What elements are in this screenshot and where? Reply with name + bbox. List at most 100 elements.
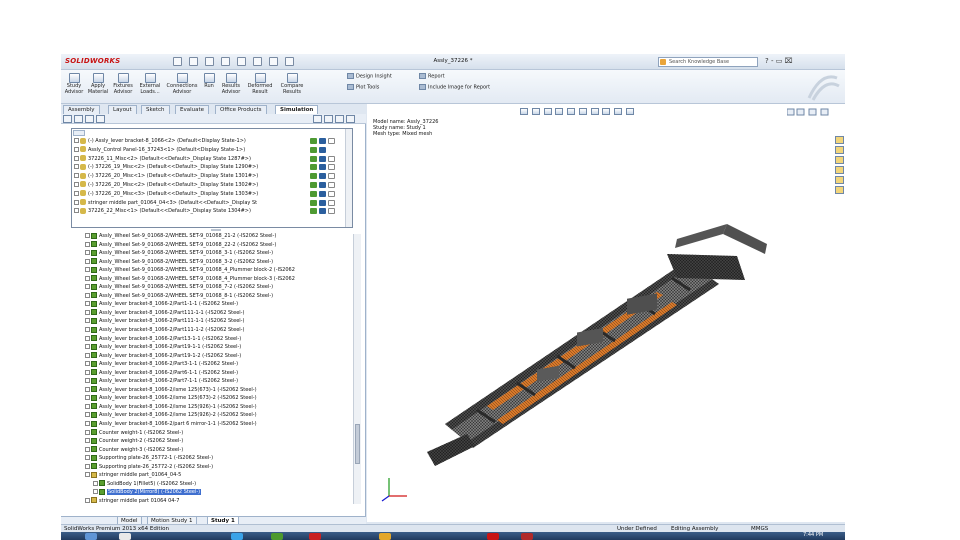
component-include-icon[interactable] bbox=[310, 173, 317, 180]
shell-icon[interactable] bbox=[328, 208, 335, 215]
view-orientation-icon[interactable] bbox=[567, 108, 575, 115]
expand-icon[interactable] bbox=[85, 250, 90, 256]
list-item[interactable]: Assly_Wheel Set-9_01068-2/WHEEL SET-9_01… bbox=[85, 275, 365, 284]
expand-icon[interactable] bbox=[85, 446, 90, 452]
connections-advisor-button[interactable]: Connections Advisor bbox=[165, 73, 199, 95]
list-item[interactable]: (-) 37226_20_Misc<2> (Default<<Default>_… bbox=[74, 181, 304, 190]
list-item[interactable]: Assly_lever bracket-8_1066-2/isme 125(92… bbox=[85, 403, 365, 412]
scene-icon[interactable] bbox=[335, 115, 344, 123]
expand-icon[interactable] bbox=[85, 301, 90, 307]
previous-view-icon[interactable] bbox=[543, 108, 552, 115]
list-item[interactable]: Assly_lever bracket-8_1066-2/Part111-1-2… bbox=[85, 326, 365, 335]
hide-show-icon[interactable] bbox=[590, 108, 599, 115]
list-item[interactable]: Assly_lever bracket-8_1066-2/Part19-1-2 … bbox=[85, 352, 365, 361]
tab-sketch[interactable]: Sketch bbox=[141, 105, 170, 114]
list-item[interactable]: Assly_lever bracket-8_1066-2/part 6 mirr… bbox=[85, 420, 365, 429]
view-settings-icon[interactable] bbox=[625, 108, 634, 115]
expand-icon[interactable] bbox=[74, 208, 79, 214]
list-item[interactable]: Assly_lever bracket-8_1066-2/Part111-1-1… bbox=[85, 317, 365, 326]
list-item[interactable]: Assly_lever bracket-8_1066-2/isme 125(67… bbox=[85, 386, 365, 395]
apply-scene-icon[interactable] bbox=[614, 108, 622, 115]
expand-icon[interactable] bbox=[74, 190, 79, 196]
list-item[interactable]: (-) 37226_19_Misc<2> (Default<<Default>_… bbox=[74, 163, 304, 172]
viewport-window-controls-icon[interactable] bbox=[787, 108, 831, 117]
mesh-icon[interactable] bbox=[319, 146, 326, 153]
tab-office-products[interactable]: Office Products bbox=[215, 105, 267, 114]
list-item[interactable]: (-) 37226_20_Misc<1> (Default<<Default>_… bbox=[74, 172, 304, 181]
taskbar-app-icon[interactable] bbox=[271, 533, 283, 540]
expand-icon[interactable] bbox=[85, 421, 90, 427]
shell-icon[interactable] bbox=[328, 181, 335, 188]
mesh-icon[interactable] bbox=[319, 190, 326, 197]
list-item[interactable]: Assly_lever bracket-8_1066-2/Part6-1-1 (… bbox=[85, 369, 365, 378]
list-item[interactable]: Assly_lever bracket-8_1066-2/isme 125(92… bbox=[85, 411, 365, 420]
expand-icon[interactable] bbox=[85, 292, 90, 298]
expand-icon[interactable] bbox=[85, 455, 90, 461]
list-item[interactable]: stringer middle part_01064_04-5 bbox=[85, 471, 365, 480]
expand-icon[interactable] bbox=[85, 352, 90, 358]
component-include-icon[interactable] bbox=[310, 138, 317, 144]
meshed-frame-model[interactable] bbox=[427, 184, 787, 474]
edit-appearance-icon[interactable] bbox=[602, 108, 611, 115]
expand-icon[interactable] bbox=[93, 480, 98, 486]
list-item[interactable]: Counter weight-3 (-IS2062 Steel-) bbox=[85, 446, 365, 455]
expand-icon[interactable] bbox=[74, 173, 79, 179]
custom-properties-icon[interactable] bbox=[834, 186, 844, 194]
expand-icon[interactable] bbox=[85, 369, 90, 375]
expand-icon[interactable] bbox=[74, 199, 79, 205]
expand-icon[interactable] bbox=[85, 378, 90, 384]
design-library-icon[interactable] bbox=[834, 146, 844, 154]
list-item[interactable]: (-) Assly_lever bracket-8_1066<2> (Defau… bbox=[74, 137, 304, 146]
list-item[interactable]: 37226_11_Misc<2> (Default<<Default>_Disp… bbox=[74, 155, 304, 164]
shell-icon[interactable] bbox=[328, 164, 335, 171]
expand-icon[interactable] bbox=[85, 463, 90, 469]
results-advisor-button[interactable]: Results Advisor bbox=[219, 73, 243, 95]
component-include-icon[interactable] bbox=[310, 164, 317, 171]
expand-icon[interactable] bbox=[85, 275, 90, 281]
component-include-icon[interactable] bbox=[310, 155, 317, 162]
configuration-icon[interactable] bbox=[85, 115, 94, 123]
design-insight-button[interactable]: Design Insight bbox=[347, 73, 392, 80]
start-button-icon[interactable] bbox=[85, 533, 97, 540]
assembly-scrollbar[interactable] bbox=[345, 129, 352, 227]
taskbar-app-icon[interactable] bbox=[119, 533, 131, 540]
expand-icon[interactable] bbox=[85, 309, 90, 315]
decals-icon[interactable] bbox=[346, 115, 355, 123]
list-item[interactable]: Supporting plate-26_25772-1 (-IS2062 Ste… bbox=[85, 454, 365, 463]
list-item[interactable]: Counter weight-1 (-IS2062 Steel-) bbox=[85, 429, 365, 438]
expand-icon[interactable] bbox=[85, 344, 90, 350]
component-include-icon[interactable] bbox=[310, 181, 317, 188]
external-loads-button[interactable]: External Loads... bbox=[137, 73, 163, 95]
collapse-icon[interactable] bbox=[85, 472, 90, 478]
list-item[interactable]: Assly_Wheel Set-9_01068-2/WHEEL SET-9_01… bbox=[85, 266, 365, 275]
apply-material-button[interactable]: Apply Material bbox=[87, 73, 109, 95]
zoom-to-fit-icon[interactable] bbox=[520, 108, 528, 115]
window-controls[interactable]: ? - ▭ ⌧ bbox=[765, 57, 793, 65]
expand-icon[interactable] bbox=[85, 318, 90, 324]
shell-icon[interactable] bbox=[328, 199, 335, 206]
view-palette-icon[interactable] bbox=[834, 166, 844, 174]
tab-assembly[interactable]: Assembly bbox=[63, 105, 100, 114]
list-item[interactable]: Assly_lever bracket-8_1066-2/Part19-1-1 … bbox=[85, 343, 365, 352]
tab-evaluate[interactable]: Evaluate bbox=[175, 105, 210, 114]
expand-icon[interactable] bbox=[85, 403, 90, 409]
plot-tools-button[interactable]: Plot Tools bbox=[347, 84, 379, 91]
collapse-icon[interactable] bbox=[313, 115, 322, 123]
list-item[interactable]: Assly_Wheel Set-9_01068-2/WHEEL SET-9_01… bbox=[85, 283, 365, 292]
list-item[interactable]: Assly_Wheel Set-9_01068-2/WHEEL SET-9_01… bbox=[85, 258, 365, 267]
list-item[interactable]: stringer middle part 01064 04-7 bbox=[85, 497, 365, 506]
expand-icon[interactable] bbox=[85, 233, 90, 238]
tree-scrollbar[interactable] bbox=[353, 234, 361, 504]
shell-icon[interactable] bbox=[328, 138, 335, 144]
mesh-icon[interactable] bbox=[319, 199, 326, 206]
resources-icon[interactable] bbox=[834, 136, 844, 144]
list-item[interactable]: Assly_lever bracket-8_1066-2/Part3-1-1 (… bbox=[85, 360, 365, 369]
expand-icon[interactable] bbox=[85, 267, 90, 273]
list-item[interactable]: stringer middle part_01064_04<3> (Defaul… bbox=[74, 199, 304, 208]
scrollbar-thumb[interactable] bbox=[355, 424, 360, 464]
appearances-icon[interactable] bbox=[834, 176, 844, 184]
taskbar-app-icon[interactable] bbox=[309, 533, 321, 540]
graphics-viewport[interactable]: Model name: Assly_37226 Study name: Stud… bbox=[367, 104, 845, 522]
list-item[interactable]: Assly_Wheel Set-9_01068-2/WHEEL SET-9_01… bbox=[85, 292, 365, 301]
list-item[interactable]: Assly_Control Panel-16_37243<1> (Default… bbox=[74, 146, 304, 155]
